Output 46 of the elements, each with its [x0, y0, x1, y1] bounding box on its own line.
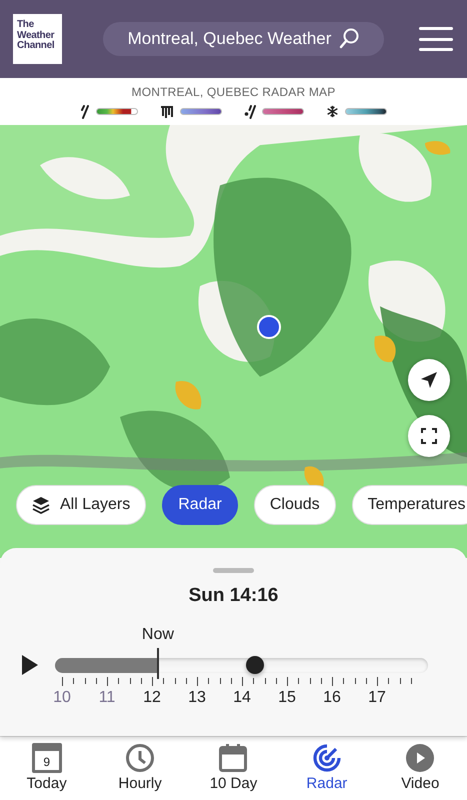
nav-tab[interactable]: Video — [380, 743, 460, 792]
nav-tab[interactable]: Radar — [286, 743, 367, 792]
color-scale-bar — [180, 108, 222, 115]
timestamp: Sun 14:16 — [188, 585, 278, 607]
layer-chip[interactable]: All Layers — [16, 485, 146, 525]
play-icon — [405, 743, 436, 773]
now-label: Now — [142, 626, 174, 644]
layer-chip[interactable]: Radar — [162, 485, 238, 525]
timeline-slider[interactable] — [55, 658, 428, 673]
calendar-icon: 9 — [32, 743, 62, 773]
hour-label: 15 — [278, 689, 296, 707]
hour-label: 11 — [98, 689, 116, 707]
layer-chip[interactable]: Temperatures — [352, 485, 467, 525]
color-scale-bar — [262, 108, 304, 115]
color-scale-bar — [96, 108, 138, 115]
search-field[interactable]: Montreal, Quebec Weather — [103, 22, 384, 56]
hour-label: 16 — [323, 689, 341, 707]
nav-tab[interactable]: 10 Day — [193, 743, 274, 792]
menu-icon[interactable] — [419, 27, 453, 51]
layers-icon — [32, 496, 50, 514]
hour-label: 12 — [143, 689, 161, 707]
nav-tab[interactable]: Hourly — [100, 743, 180, 792]
hour-label: 17 — [368, 689, 386, 707]
logo[interactable]: The Weather Channel — [13, 14, 62, 64]
nav-tab[interactable]: 9 Today — [6, 743, 87, 792]
play-button[interactable] — [22, 655, 38, 675]
now-marker — [156, 648, 159, 679]
sleet-icon — [244, 104, 256, 118]
clock-icon — [125, 743, 156, 773]
drag-handle[interactable] — [213, 568, 254, 573]
fullscreen-icon — [421, 428, 437, 444]
hour-label: 10 — [53, 689, 71, 707]
radar-map-title: MONTREAL, QUEBEC RADAR MAP — [132, 84, 336, 98]
hour-label: 13 — [188, 689, 206, 707]
calendar-icon — [218, 743, 248, 773]
play-icon — [22, 655, 38, 675]
navigation-arrow-icon — [420, 371, 438, 389]
hour-label: 14 — [233, 689, 251, 707]
slider-thumb[interactable] — [246, 656, 264, 674]
search-icon — [339, 28, 360, 50]
layer-chip[interactable]: Clouds — [254, 485, 336, 525]
snowflake-icon — [326, 105, 339, 118]
icicle-icon — [160, 104, 174, 118]
rain-icon — [80, 104, 90, 118]
radar-icon — [312, 743, 342, 773]
color-scale-bar — [345, 108, 387, 115]
